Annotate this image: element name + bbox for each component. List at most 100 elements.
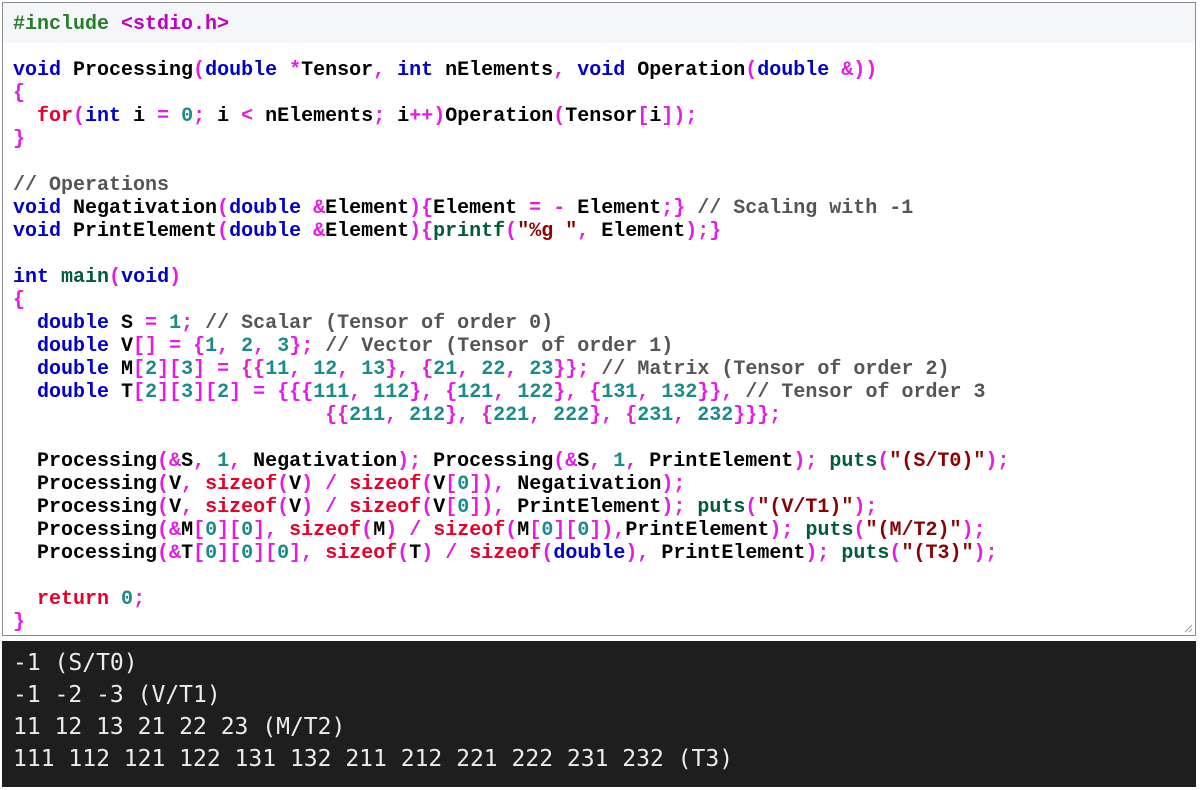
punctuation-token: ( xyxy=(889,542,902,565)
code-line[interactable]: Processing(V, sizeof(V) / sizeof(V[0]), … xyxy=(13,496,1009,519)
identifier-token xyxy=(229,358,241,381)
code-line[interactable]: void PrintElement(double &Element){print… xyxy=(13,220,1009,243)
code-line[interactable]: } xyxy=(13,611,1009,634)
number-literal-token: 21 xyxy=(433,358,458,381)
code-line[interactable]: { xyxy=(13,82,1009,105)
code-line[interactable]: void Processing(double *Tensor, int nEle… xyxy=(13,59,1009,82)
number-literal-token: 23 xyxy=(529,358,554,381)
punctuation-token: (& xyxy=(553,450,578,473)
identifier-token: nElements xyxy=(253,105,374,128)
number-literal-token: 111 xyxy=(313,381,350,404)
number-literal-token: 122 xyxy=(517,381,554,404)
code-line[interactable]: int main(void) xyxy=(13,266,1009,289)
punctuation-token: ; xyxy=(373,105,398,128)
code-line[interactable]: double V[] = {1, 2, 3}; // Vector (Tenso… xyxy=(13,335,1009,358)
identifier-token: V xyxy=(169,496,182,519)
identifier-token: S xyxy=(109,312,146,335)
identifier-token: Processing xyxy=(37,473,158,496)
number-literal-token: 131 xyxy=(601,381,638,404)
identifier-token xyxy=(433,542,445,565)
code-line[interactable]: double T[2][3][2] = {{{111, 112}, {121, … xyxy=(13,381,1009,404)
punctuation-token: ( xyxy=(421,496,434,519)
punctuation-token: ( xyxy=(397,542,410,565)
code-line[interactable]: Processing(V, sizeof(V) / sizeof(V[0]), … xyxy=(13,473,1009,496)
code-line[interactable]: // Operations xyxy=(13,174,1009,197)
code-line[interactable]: for(int i = 0; i < nElements; i++)Operat… xyxy=(13,105,1009,128)
punctuation-token: ) xyxy=(301,473,314,496)
punctuation-token: , xyxy=(625,450,650,473)
punctuation-token: ( xyxy=(217,197,230,220)
type-keyword-token: double xyxy=(205,59,278,82)
code-line[interactable] xyxy=(13,427,1009,450)
punctuation-token: ) xyxy=(169,266,182,289)
code-line[interactable]: Processing(&S, 1, Negativation); Process… xyxy=(13,450,1009,473)
identifier-token: V xyxy=(169,473,182,496)
code-line[interactable] xyxy=(13,36,1009,59)
punctuation-token: ); xyxy=(973,542,998,565)
code-line[interactable]: Processing(&M[0][0], sizeof(M) / sizeof(… xyxy=(13,519,1009,542)
comment-token: // Scaling with -1 xyxy=(697,197,914,220)
punctuation-token: , xyxy=(637,381,662,404)
number-literal-token: 0 xyxy=(541,519,554,542)
punctuation-token: ][ xyxy=(193,381,218,404)
number-literal-token: 12 xyxy=(313,358,338,381)
identifier-token: T xyxy=(409,542,422,565)
number-literal-token: 221 xyxy=(493,404,530,427)
identifier-token: M xyxy=(373,519,386,542)
punctuation-token: } xyxy=(13,128,26,151)
number-literal-token: 0 xyxy=(577,519,590,542)
code-content[interactable]: #include <stdio.h> void Processing(double… xyxy=(13,13,1009,634)
code-line[interactable] xyxy=(13,565,1009,588)
identifier-token xyxy=(733,381,745,404)
resize-grip-icon[interactable] xyxy=(1183,623,1193,633)
number-literal-token: 2 xyxy=(145,358,158,381)
punctuation-token: ][ xyxy=(157,358,182,381)
punctuation-token: ); xyxy=(793,450,830,473)
number-literal-token: 0 xyxy=(241,542,254,565)
code-line[interactable]: return 0; xyxy=(13,588,1009,611)
identifier-token: i xyxy=(397,105,410,128)
identifier-token xyxy=(397,519,409,542)
type-keyword-token: double xyxy=(229,220,302,243)
code-line[interactable]: {{211, 212}, {221, 222}, {231, 232}}}; xyxy=(13,404,1009,427)
code-editor[interactable]: #include <stdio.h> void Processing(double… xyxy=(2,2,1196,636)
identifier-token: Processing xyxy=(433,450,554,473)
comment-token: // Matrix (Tensor of order 2) xyxy=(601,358,950,381)
keyword-token: for xyxy=(37,105,74,128)
identifier-token: V xyxy=(433,473,446,496)
identifier-token: i xyxy=(649,105,662,128)
code-line[interactable] xyxy=(13,243,1009,266)
identifier-token: V xyxy=(289,473,302,496)
code-line[interactable]: } xyxy=(13,128,1009,151)
number-literal-token: 0 xyxy=(205,542,218,565)
punctuation-token: }}}; xyxy=(733,404,782,427)
keyword-token: sizeof xyxy=(349,496,422,519)
punctuation-token: ]), xyxy=(469,473,518,496)
type-keyword-token: int xyxy=(85,105,122,128)
type-keyword-token: double xyxy=(229,197,302,220)
identifier-token xyxy=(457,542,469,565)
number-literal-token: 0 xyxy=(205,519,218,542)
identifier-token xyxy=(277,59,289,82)
punctuation-token: = xyxy=(253,381,266,404)
identifier-token xyxy=(589,358,601,381)
punctuation-token: }, { xyxy=(409,381,458,404)
code-line[interactable] xyxy=(13,151,1009,174)
code-line[interactable]: Processing(&T[0][0][0], sizeof(T) / size… xyxy=(13,542,1009,565)
code-line[interactable]: { xyxy=(13,289,1009,312)
code-line[interactable]: double M[2][3] = {{11, 12, 13}, {21, 22,… xyxy=(13,358,1009,381)
console-line: -1 (S/T0) xyxy=(13,650,138,676)
function-name-token: printf xyxy=(433,220,506,243)
punctuation-token: , xyxy=(289,358,314,381)
punctuation-token: ; xyxy=(193,105,218,128)
code-line[interactable]: #include <stdio.h> xyxy=(13,13,1009,36)
keyword-token: sizeof xyxy=(205,473,278,496)
code-line[interactable]: double S = 1; // Scalar (Tensor of order… xyxy=(13,312,1009,335)
punctuation-token: < xyxy=(241,105,254,128)
number-literal-token: 231 xyxy=(637,404,674,427)
number-literal-token: 1 xyxy=(217,450,230,473)
number-literal-token: 132 xyxy=(661,381,698,404)
code-line[interactable]: void Negativation(double &Element){Eleme… xyxy=(13,197,1009,220)
number-literal-token: 1 xyxy=(205,335,218,358)
identifier-token: Element xyxy=(325,197,410,220)
